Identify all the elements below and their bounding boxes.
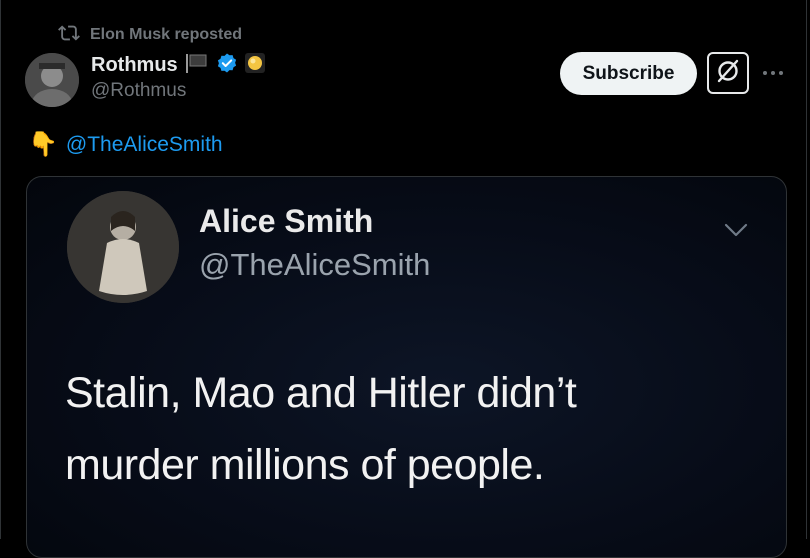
- chevron-down-icon: [724, 223, 748, 237]
- timeline-divider-right: [806, 0, 807, 539]
- post-media-image[interactable]: Alice Smith @TheAliceSmith Stalin, Mao a…: [26, 176, 787, 558]
- more-options-button[interactable]: [760, 60, 786, 86]
- author-avatar[interactable]: [25, 53, 79, 107]
- grok-button[interactable]: [707, 52, 749, 94]
- repost-indicator[interactable]: Elon Musk reposted: [58, 25, 242, 45]
- author-display-name[interactable]: Rothmus: [91, 54, 178, 77]
- repost-text: Elon Musk reposted: [90, 26, 243, 43]
- post-body: 👇 @TheAliceSmith: [28, 129, 223, 161]
- mention-link[interactable]: @TheAliceSmith: [66, 133, 223, 157]
- gold-badge-icon[interactable]: [244, 52, 266, 79]
- subscribe-button[interactable]: Subscribe: [560, 52, 697, 95]
- timeline-divider-left: [0, 0, 1, 539]
- pointing-down-emoji-icon: 👇: [28, 131, 58, 158]
- quoted-text-line: murder millions of people.: [65, 441, 545, 489]
- quoted-text-line: Stalin, Mao and Hitler didn’t: [65, 369, 577, 417]
- quoted-avatar: [67, 191, 179, 303]
- more-horizontal-icon: [762, 64, 784, 82]
- quoted-text: Stalin, Mao and Hitler didn’t murder mil…: [65, 357, 577, 501]
- author-name-row[interactable]: Rothmus: [91, 52, 266, 78]
- verified-check-icon[interactable]: [216, 52, 238, 79]
- repost-icon: [58, 22, 80, 49]
- quoted-handle: @TheAliceSmith: [199, 247, 431, 282]
- flag-icon: [184, 52, 210, 79]
- quoted-display-name: Alice Smith: [199, 203, 374, 239]
- grok-icon: [715, 58, 741, 89]
- author-handle[interactable]: @Rothmus: [91, 80, 186, 102]
